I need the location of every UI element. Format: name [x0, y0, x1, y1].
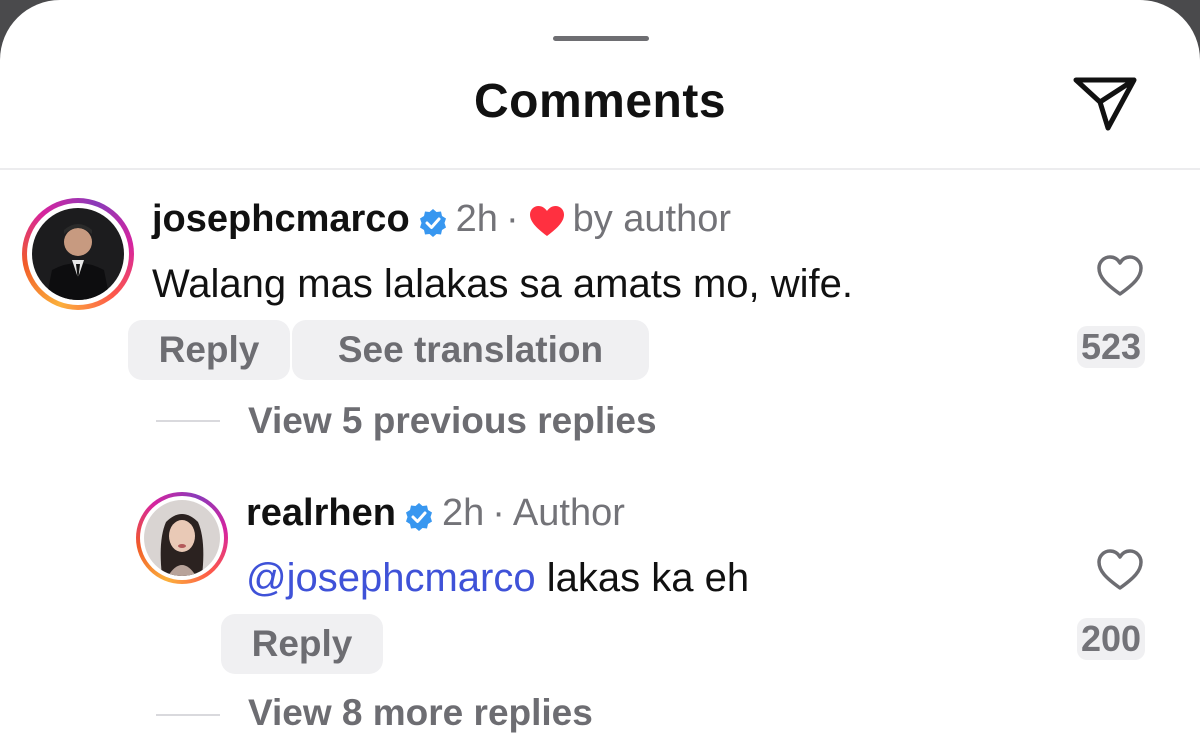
- see-translation-button[interactable]: See translation: [292, 320, 649, 380]
- separator: ·: [505, 198, 519, 240]
- view-previous-replies-link[interactable]: View 5 previous replies: [248, 400, 657, 442]
- like-count: 200: [1077, 618, 1146, 660]
- header-divider: [0, 168, 1200, 170]
- comment-text: @josephcmarco lakas ka eh: [246, 556, 749, 601]
- comment-time: 2h: [441, 492, 485, 534]
- liked-by-author-label: by author: [572, 198, 732, 240]
- paper-plane-icon[interactable]: [1070, 72, 1140, 134]
- comment-time: 2h: [455, 198, 498, 240]
- separator: ·: [492, 492, 505, 534]
- comment-header: realrhen 2h · Author: [246, 492, 625, 535]
- username[interactable]: josephcmarco: [152, 198, 410, 241]
- username[interactable]: realrhen: [246, 492, 396, 535]
- heart-outline-icon[interactable]: [1096, 254, 1144, 298]
- thread-line: [156, 420, 220, 422]
- avatar[interactable]: [22, 198, 134, 310]
- reply-button[interactable]: Reply: [221, 614, 383, 674]
- comments-sheet: Comments josephcmarco 2h · by author Wal…: [0, 0, 1200, 754]
- heart-outline-icon[interactable]: [1096, 548, 1144, 592]
- verified-badge-icon: [418, 205, 448, 237]
- author-label: Author: [512, 492, 625, 534]
- mention-link[interactable]: @josephcmarco: [246, 556, 536, 600]
- reply-button[interactable]: Reply: [128, 320, 290, 380]
- thread-line: [156, 714, 220, 716]
- comment-body: lakas ka eh: [535, 556, 750, 600]
- heart-filled-icon: [529, 204, 565, 236]
- comment-header: josephcmarco 2h · by author: [152, 198, 731, 241]
- avatar[interactable]: [136, 492, 228, 584]
- verified-badge-icon: [404, 499, 434, 531]
- view-more-replies-link[interactable]: View 8 more replies: [248, 692, 593, 734]
- like-count: 523: [1077, 326, 1146, 368]
- sheet-grabber[interactable]: [553, 36, 649, 41]
- comment-text: Walang mas lalakas sa amats mo, wife.: [152, 262, 853, 306]
- page-title: Comments: [473, 75, 727, 128]
